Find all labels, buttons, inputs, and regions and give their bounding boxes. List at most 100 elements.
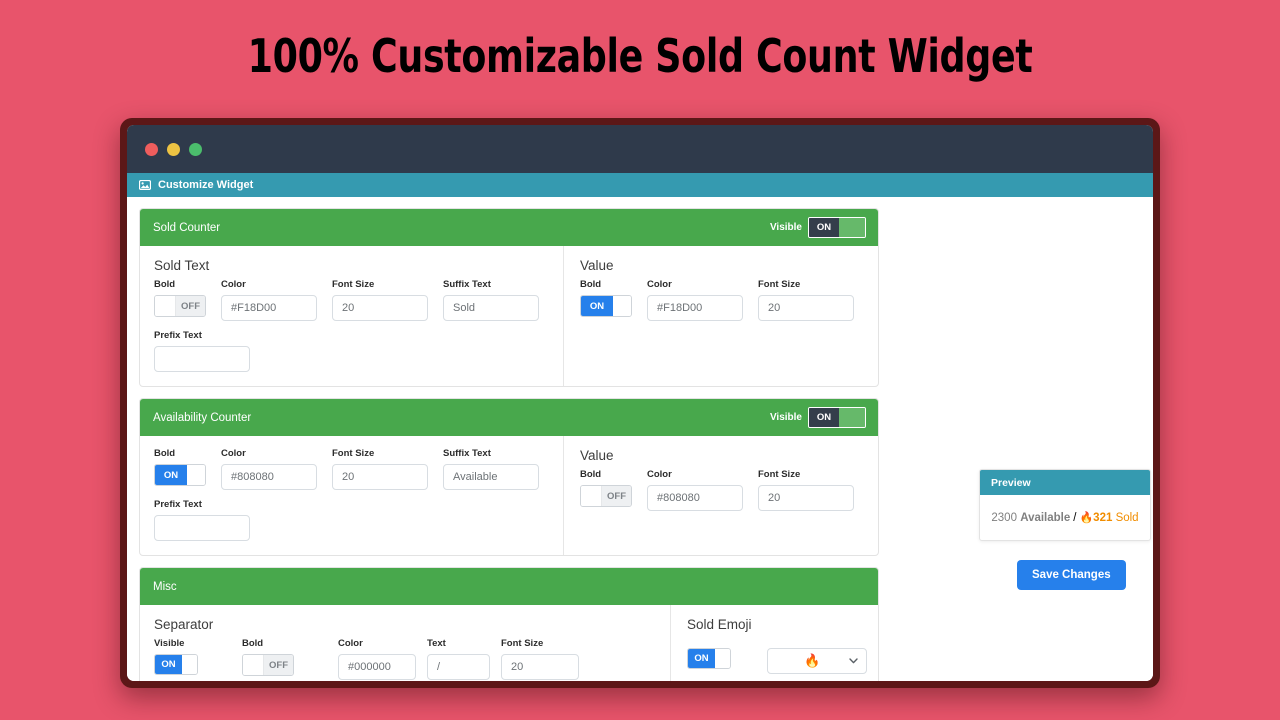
- availability-text-suffix-input[interactable]: Available: [443, 464, 539, 490]
- availability-value-fontsize-label: Font Size: [758, 469, 801, 480]
- maximize-window-button[interactable]: [189, 142, 202, 156]
- sold-text-bold-label: Bold: [154, 279, 176, 290]
- availability-text-suffix-label: Suffix Text: [443, 448, 491, 459]
- availability-value-fontsize-input[interactable]: 20: [758, 485, 854, 511]
- separator-text-label: Text: [427, 638, 446, 649]
- availability-text-prefix-input[interactable]: [154, 515, 250, 541]
- sold-emoji-selected-value: 🔥: [804, 653, 821, 668]
- sold-text-color-field: Color #F18D00: [221, 279, 317, 321]
- availability-text-color-field: Color #808080: [221, 448, 317, 490]
- availability-value-fontsize-field: Font Size 20: [758, 469, 854, 511]
- sold-value-color-input[interactable]: #F18D00: [647, 295, 743, 321]
- picture-icon: [139, 180, 151, 190]
- toggle-state-label: ON: [581, 296, 613, 316]
- sold-text-bold-toggle[interactable]: OFF: [154, 295, 206, 317]
- sold-text-fontsize-field: Font Size 20: [332, 279, 428, 321]
- separator-visible-label: Visible: [154, 638, 185, 649]
- sold-text-fields-row: Bold OFF Color #F18D00 Font Size 20 Suff…: [154, 279, 563, 321]
- separator-fontsize-input[interactable]: 20: [501, 654, 579, 680]
- settings-column: Sold Counter Visible ON Sold Text Bold O…: [139, 208, 879, 681]
- sold-text-fontsize-input[interactable]: 20: [332, 295, 428, 321]
- sold-text-color-input[interactable]: #F18D00: [221, 295, 317, 321]
- sold-emoji-toggle[interactable]: ON: [687, 648, 731, 669]
- availability-value-color-input[interactable]: #808080: [647, 485, 743, 511]
- sold-text-color-label: Color: [221, 279, 246, 290]
- availability-counter-section: Availability Counter Visible ON Bold ON …: [139, 398, 879, 556]
- sold-text-prefix-input[interactable]: [154, 346, 250, 372]
- separator-visible-field: Visible ON: [154, 638, 198, 675]
- workspace: Sold Counter Visible ON Sold Text Bold O…: [127, 197, 1153, 681]
- sold-counter-title: Sold Counter: [153, 221, 221, 234]
- separator-color-label: Color: [338, 638, 363, 649]
- sold-counter-visible-toggle[interactable]: ON: [808, 217, 866, 238]
- page-title: 100% Customizable Sold Count Widget: [247, 29, 1033, 83]
- misc-body: Separator Visible ON Bold OFF Color #000…: [140, 605, 878, 681]
- toggle-knob: [187, 465, 205, 485]
- minimize-window-button[interactable]: [167, 142, 180, 156]
- separator-bold-toggle[interactable]: OFF: [242, 654, 294, 676]
- availability-value-color-field: Color #808080: [647, 469, 743, 511]
- availability-counter-title: Availability Counter: [153, 411, 252, 424]
- sold-text-group: Sold Text Bold OFF Color #F18D00 Font Si…: [140, 246, 563, 386]
- misc-title: Misc: [153, 580, 177, 593]
- toggle-state-label: ON: [688, 649, 715, 668]
- sold-value-color-label: Color: [647, 279, 672, 290]
- availability-counter-body: Bold ON Color #808080 Font Size 20 Suffi…: [140, 436, 878, 555]
- close-window-button[interactable]: [145, 142, 158, 156]
- availability-counter-visible-label: Visible: [769, 412, 802, 423]
- sold-emoji-select-field: 🔥: [767, 648, 867, 674]
- toggle-state-label: OFF: [602, 486, 631, 506]
- sold-value-bold-toggle[interactable]: ON: [580, 295, 632, 317]
- window-inner: Customize Widget Sold Counter Visible ON: [127, 125, 1153, 681]
- sold-text-bold-field: Bold OFF: [154, 279, 206, 317]
- app-header-label: Customize Widget: [158, 179, 254, 191]
- availability-value-color-label: Color: [647, 469, 672, 480]
- availability-value-bold-toggle[interactable]: OFF: [580, 485, 632, 507]
- preview-separator: /: [1073, 511, 1077, 524]
- separator-text-input[interactable]: /: [427, 654, 490, 680]
- availability-text-color-input[interactable]: #808080: [221, 464, 317, 490]
- sold-value-group: Value Bold ON Color #F18D00 Font Size 20: [563, 246, 878, 386]
- availability-counter-header: Availability Counter Visible ON: [140, 399, 878, 436]
- preview-panel: Preview 2300 Available / 🔥 321 Sold: [979, 469, 1151, 541]
- separator-fontsize-field: Font Size 20: [501, 638, 579, 680]
- separator-visible-toggle[interactable]: ON: [154, 654, 198, 675]
- sold-text-suffix-input[interactable]: Sold: [443, 295, 539, 321]
- availability-text-bold-field: Bold ON: [154, 448, 206, 486]
- toggle-knob: [613, 296, 631, 316]
- preview-heading: Preview: [980, 470, 1150, 495]
- separator-bold-label: Bold: [242, 638, 264, 649]
- toggle-state-label: ON: [809, 218, 839, 237]
- sold-value-fontsize-input[interactable]: 20: [758, 295, 854, 321]
- sold-value-bold-field: Bold ON: [580, 279, 632, 317]
- separator-color-input[interactable]: #000000: [338, 654, 416, 680]
- preview-sold-number: 321: [1093, 511, 1113, 524]
- separator-group: Separator Visible ON Bold OFF Color #000…: [140, 605, 670, 681]
- preview-fire-emoji: 🔥: [1079, 512, 1094, 524]
- availability-text-prefix-field: Prefix Text: [154, 499, 250, 541]
- browser-window: Customize Widget Sold Counter Visible ON: [120, 118, 1160, 688]
- separator-fontsize-label: Font Size: [501, 638, 544, 649]
- availability-text-prefix-label: Prefix Text: [154, 499, 202, 510]
- availability-text-bold-toggle[interactable]: ON: [154, 464, 206, 486]
- availability-value-bold-label: Bold: [580, 469, 602, 480]
- availability-counter-visible-toggle[interactable]: ON: [808, 407, 866, 428]
- toggle-state-label: ON: [809, 408, 839, 427]
- sold-text-prefix-field: Prefix Text: [154, 330, 250, 372]
- toggle-state-label: OFF: [176, 296, 205, 316]
- window-titlebar: [127, 125, 1153, 173]
- save-changes-button[interactable]: Save Changes: [1017, 560, 1126, 590]
- separator-heading: Separator: [154, 617, 214, 632]
- sold-emoji-select[interactable]: 🔥: [767, 648, 867, 674]
- sold-text-suffix-label: Suffix Text: [443, 279, 491, 290]
- sold-counter-body: Sold Text Bold OFF Color #F18D00 Font Si…: [140, 246, 878, 386]
- sold-value-color-field: Color #F18D00: [647, 279, 743, 321]
- sold-text-prefix-row: Prefix Text: [154, 330, 563, 372]
- separator-fields-row: Visible ON Bold OFF Color #000000 Text /…: [154, 638, 670, 680]
- misc-section: Misc Separator Visible ON Bold OFF Color…: [139, 567, 879, 681]
- sold-counter-section: Sold Counter Visible ON Sold Text Bold O…: [139, 208, 879, 387]
- availability-text-fontsize-input[interactable]: 20: [332, 464, 428, 490]
- toggle-state-label: ON: [155, 465, 187, 485]
- toggle-knob: [581, 486, 602, 506]
- separator-color-field: Color #000000: [338, 638, 416, 680]
